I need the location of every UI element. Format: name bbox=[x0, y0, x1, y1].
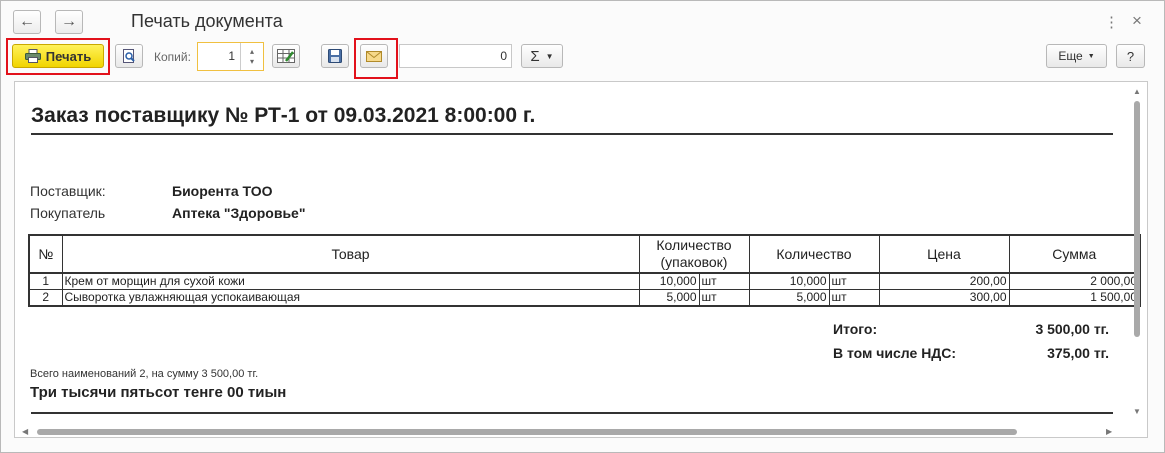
row-num: 1 bbox=[28, 272, 63, 290]
spin-down-icon: ▾ bbox=[249, 56, 254, 66]
summary-note: Всего наименований 2, на сумму 3 500,00 … bbox=[30, 368, 259, 380]
row-product: Крем от морщин для сухой кожи bbox=[61, 272, 640, 290]
floppy-disk-icon bbox=[328, 49, 342, 63]
spin-up-icon: ▴ bbox=[249, 46, 254, 56]
vertical-scroll-thumb[interactable] bbox=[1134, 101, 1140, 337]
preview-button[interactable] bbox=[115, 44, 143, 68]
row-price: 200,00 bbox=[878, 272, 1010, 290]
cell-sum-field: 0 bbox=[399, 44, 512, 68]
row-product: Сыворотка увлажняющая успокаивающая bbox=[61, 289, 640, 307]
header-sum: Сумма bbox=[1008, 234, 1141, 274]
row-qty-packs: 10,000 bbox=[638, 272, 700, 290]
more-button-label: Еще bbox=[1058, 49, 1083, 63]
row-price: 300,00 bbox=[878, 289, 1010, 307]
vat-label: В том числе НДС: bbox=[833, 345, 957, 361]
table-edit-icon bbox=[277, 49, 295, 63]
row-qty-packs: 5,000 bbox=[638, 289, 700, 307]
more-menu-icon[interactable]: ⋮ bbox=[1104, 13, 1119, 31]
total-value: 3 500,00 тг. bbox=[1035, 321, 1109, 337]
sum-mode-button[interactable]: Σ ▼ bbox=[521, 44, 563, 68]
horizontal-scroll-thumb[interactable] bbox=[37, 429, 1017, 435]
amount-in-words: Три тысячи пятьсот тенге 00 тиын bbox=[30, 384, 287, 401]
email-highlight-frame bbox=[354, 38, 398, 79]
total-label: Итого: bbox=[833, 321, 878, 337]
table-header-row: № Товар Количество (упаковок) Количество… bbox=[28, 234, 1141, 274]
sigma-icon: Σ bbox=[530, 47, 540, 65]
title-divider bbox=[31, 133, 1113, 135]
row-sum: 1 500,00 bbox=[1008, 289, 1141, 307]
row-num: 2 bbox=[28, 289, 63, 307]
header-qty-packs: Количество (упаковок) bbox=[638, 234, 750, 274]
document-title: Заказ поставщику № РТ-1 от 09.03.2021 8:… bbox=[31, 104, 536, 127]
row-unit-packs: шт bbox=[698, 289, 750, 307]
vat-value: 375,00 тг. bbox=[1047, 345, 1109, 361]
spreadsheet-document[interactable]: Заказ поставщику № РТ-1 от 09.03.2021 8:… bbox=[14, 81, 1148, 438]
more-chevron-icon: ▼ bbox=[1087, 52, 1095, 60]
header-qty: Количество bbox=[748, 234, 880, 274]
row-qty: 5,000 bbox=[748, 289, 830, 307]
copies-value: 1 bbox=[228, 49, 235, 63]
help-button[interactable]: ? bbox=[1116, 44, 1145, 68]
table-row: 2 Сыворотка увлажняющая успокаивающая 5,… bbox=[28, 289, 1141, 307]
print-document-window: ← → Печать документа ⋮ × Печать Копий: 1… bbox=[0, 0, 1165, 453]
scroll-up-icon[interactable]: ▲ bbox=[1133, 87, 1141, 96]
copies-input[interactable]: 1 ▴ ▾ bbox=[197, 42, 264, 71]
back-button[interactable]: ← bbox=[13, 10, 41, 34]
forward-button[interactable]: → bbox=[55, 10, 83, 34]
print-highlight-frame bbox=[6, 38, 110, 75]
edit-mode-button[interactable] bbox=[272, 44, 300, 68]
row-sum: 2 000,00 bbox=[1008, 272, 1141, 290]
more-button[interactable]: Еще ▼ bbox=[1046, 44, 1107, 68]
bottom-divider bbox=[31, 412, 1113, 414]
header-price: Цена bbox=[878, 234, 1010, 274]
supplier-value: Биорента ТОО bbox=[172, 183, 273, 199]
scroll-right-icon[interactable]: ▶ bbox=[1106, 427, 1112, 436]
save-button[interactable] bbox=[321, 44, 349, 68]
row-unit: шт bbox=[828, 289, 880, 307]
copies-stepper[interactable]: ▴ ▾ bbox=[240, 43, 263, 70]
header-product: Товар bbox=[61, 234, 640, 274]
supplier-label: Поставщик: bbox=[30, 183, 106, 199]
table-row: 1 Крем от морщин для сухой кожи 10,000 ш… bbox=[28, 272, 1141, 290]
row-unit-packs: шт bbox=[698, 272, 750, 290]
close-icon[interactable]: × bbox=[1132, 11, 1142, 31]
row-unit: шт bbox=[828, 272, 880, 290]
arrow-left-icon: ← bbox=[19, 13, 35, 30]
row-qty: 10,000 bbox=[748, 272, 830, 290]
scroll-down-icon[interactable]: ▼ bbox=[1133, 407, 1141, 416]
buyer-value: Аптека "Здоровье" bbox=[172, 205, 306, 221]
chevron-down-icon: ▼ bbox=[545, 51, 554, 61]
help-icon: ? bbox=[1126, 48, 1135, 64]
cell-sum-value: 0 bbox=[500, 49, 507, 63]
buyer-label: Покупатель bbox=[30, 205, 106, 221]
arrow-right-icon: → bbox=[61, 13, 77, 30]
goods-table: № Товар Количество (упаковок) Количество… bbox=[28, 234, 1141, 307]
scroll-left-icon[interactable]: ◀ bbox=[22, 427, 28, 436]
window-title: Печать документа bbox=[131, 11, 283, 31]
preview-icon bbox=[123, 49, 135, 63]
copies-label: Копий: bbox=[154, 50, 191, 64]
header-num: № bbox=[28, 234, 63, 274]
